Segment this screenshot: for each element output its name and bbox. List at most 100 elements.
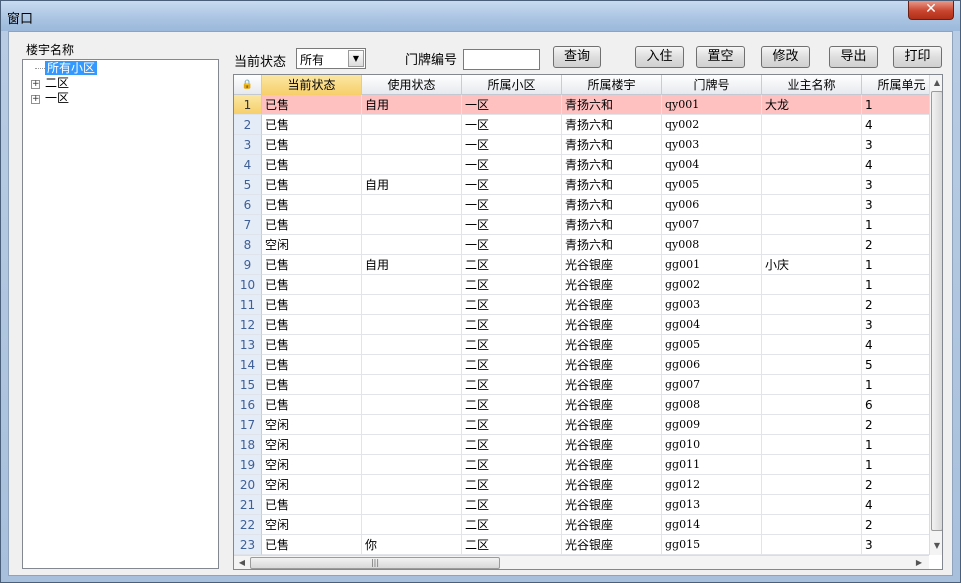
table-cell[interactable]: 已售 xyxy=(262,155,362,175)
table-row[interactable]: 23 已售你二区 光谷银座 gg015 3 xyxy=(234,535,942,555)
table-cell[interactable]: 你 xyxy=(362,535,462,555)
table-cell[interactable]: 已售 xyxy=(262,115,362,135)
table-cell[interactable]: gg012 xyxy=(662,475,762,495)
table-cell[interactable]: 自用 xyxy=(362,175,462,195)
table-cell[interactable]: gg009 xyxy=(662,415,762,435)
table-row[interactable]: 2 已售 一区 青扬六和 qy002 4 xyxy=(234,115,942,135)
row-number[interactable]: 21 xyxy=(234,495,262,515)
table-cell[interactable] xyxy=(362,335,462,355)
table-cell[interactable] xyxy=(762,495,862,515)
table-cell[interactable]: 青扬六和 xyxy=(562,115,662,135)
table-row[interactable]: 11 已售 二区 光谷银座 gg003 2 xyxy=(234,295,942,315)
table-cell[interactable]: 自用 xyxy=(362,95,462,115)
table-cell[interactable]: gg013 xyxy=(662,495,762,515)
table-cell[interactable]: 光谷银座 xyxy=(562,475,662,495)
status-select[interactable]: 所有 ▼ xyxy=(296,48,366,69)
table-cell[interactable]: 光谷银座 xyxy=(562,535,662,555)
table-cell[interactable]: 光谷银座 xyxy=(562,375,662,395)
tree-node-zone1[interactable]: 一区 xyxy=(45,91,69,106)
table-cell[interactable] xyxy=(362,115,462,135)
scroll-left-icon[interactable]: ◀ xyxy=(235,556,249,569)
table-cell[interactable]: 光谷银座 xyxy=(562,355,662,375)
table-cell[interactable] xyxy=(362,515,462,535)
title-bar[interactable]: 窗口 ✕ xyxy=(1,1,960,31)
row-number[interactable]: 16 xyxy=(234,395,262,415)
table-cell[interactable] xyxy=(762,395,862,415)
table-cell[interactable]: qy005 xyxy=(662,175,762,195)
tree-node-zone2[interactable]: 二区 xyxy=(45,76,69,91)
table-cell[interactable]: gg014 xyxy=(662,515,762,535)
table-cell[interactable]: 已售 xyxy=(262,495,362,515)
table-cell[interactable]: qy008 xyxy=(662,235,762,255)
table-cell[interactable]: 光谷银座 xyxy=(562,455,662,475)
table-cell[interactable] xyxy=(762,515,862,535)
door-number-input[interactable] xyxy=(463,49,540,70)
table-cell[interactable]: gg007 xyxy=(662,375,762,395)
row-number[interactable]: 15 xyxy=(234,375,262,395)
table-row[interactable]: 17 空闲 二区 光谷银座 gg009 2 xyxy=(234,415,942,435)
table-cell[interactable]: 二区 xyxy=(462,535,562,555)
table-cell[interactable] xyxy=(762,155,862,175)
table-cell[interactable]: 光谷银座 xyxy=(562,495,662,515)
table-cell[interactable] xyxy=(762,315,862,335)
table-cell[interactable]: 光谷银座 xyxy=(562,315,662,335)
table-cell[interactable]: 已售 xyxy=(262,295,362,315)
row-number[interactable]: 11 xyxy=(234,295,262,315)
table-cell[interactable] xyxy=(362,215,462,235)
table-cell[interactable] xyxy=(762,455,862,475)
table-cell[interactable]: 青扬六和 xyxy=(562,135,662,155)
row-number[interactable]: 10 xyxy=(234,275,262,295)
table-cell[interactable]: gg005 xyxy=(662,335,762,355)
table-cell[interactable]: 光谷银座 xyxy=(562,415,662,435)
table-cell[interactable]: 二区 xyxy=(462,395,562,415)
row-number[interactable]: 13 xyxy=(234,335,262,355)
table-cell[interactable] xyxy=(362,475,462,495)
column-header[interactable]: 使用状态 xyxy=(362,75,462,95)
table-cell[interactable]: 青扬六和 xyxy=(562,195,662,215)
table-cell[interactable]: 小庆 xyxy=(762,255,862,275)
table-cell[interactable]: 光谷银座 xyxy=(562,335,662,355)
table-cell[interactable]: 青扬六和 xyxy=(562,155,662,175)
table-cell[interactable] xyxy=(362,415,462,435)
row-number[interactable]: 5 xyxy=(234,175,262,195)
table-cell[interactable]: 二区 xyxy=(462,355,562,375)
table-cell[interactable]: gg006 xyxy=(662,355,762,375)
table-cell[interactable]: 大龙 xyxy=(762,95,862,115)
close-button[interactable]: ✕ xyxy=(908,1,954,20)
row-number[interactable]: 22 xyxy=(234,515,262,535)
column-header[interactable]: 门牌号 xyxy=(662,75,762,95)
vertical-scrollbar[interactable]: ▲ ▼ xyxy=(929,75,942,555)
table-cell[interactable]: qy007 xyxy=(662,215,762,235)
table-cell[interactable]: gg001 xyxy=(662,255,762,275)
table-cell[interactable]: 一区 xyxy=(462,95,562,115)
row-number[interactable]: 6 xyxy=(234,195,262,215)
table-cell[interactable]: 已售 xyxy=(262,135,362,155)
table-cell[interactable]: gg010 xyxy=(662,435,762,455)
table-cell[interactable] xyxy=(362,455,462,475)
table-cell[interactable] xyxy=(762,535,862,555)
table-cell[interactable]: qy002 xyxy=(662,115,762,135)
row-number[interactable]: 2 xyxy=(234,115,262,135)
table-cell[interactable]: 二区 xyxy=(462,435,562,455)
table-cell[interactable]: 光谷银座 xyxy=(562,275,662,295)
table-cell[interactable]: 一区 xyxy=(462,155,562,175)
table-row[interactable]: 9 已售 自用 二区 光谷银座 gg001 小庆 1 xyxy=(234,255,942,275)
table-cell[interactable] xyxy=(762,295,862,315)
table-cell[interactable]: 青扬六和 xyxy=(562,235,662,255)
table-cell[interactable]: 已售 xyxy=(262,355,362,375)
building-tree[interactable]: 所有小区 + 二区 + 一区 xyxy=(22,59,219,569)
column-header[interactable]: 所属小区 xyxy=(462,75,562,95)
dropdown-arrow-icon[interactable]: ▼ xyxy=(348,50,364,67)
table-cell[interactable]: 一区 xyxy=(462,115,562,135)
table-cell[interactable]: 二区 xyxy=(462,335,562,355)
table-cell[interactable] xyxy=(762,475,862,495)
table-cell[interactable]: 空闲 xyxy=(262,235,362,255)
table-cell[interactable] xyxy=(362,375,462,395)
row-number[interactable]: 4 xyxy=(234,155,262,175)
table-cell[interactable] xyxy=(362,195,462,215)
table-cell[interactable]: 二区 xyxy=(462,275,562,295)
table-cell[interactable]: 光谷银座 xyxy=(562,255,662,275)
modify-button[interactable]: 修改 xyxy=(761,46,810,68)
table-cell[interactable] xyxy=(362,295,462,315)
table-cell[interactable] xyxy=(362,315,462,335)
